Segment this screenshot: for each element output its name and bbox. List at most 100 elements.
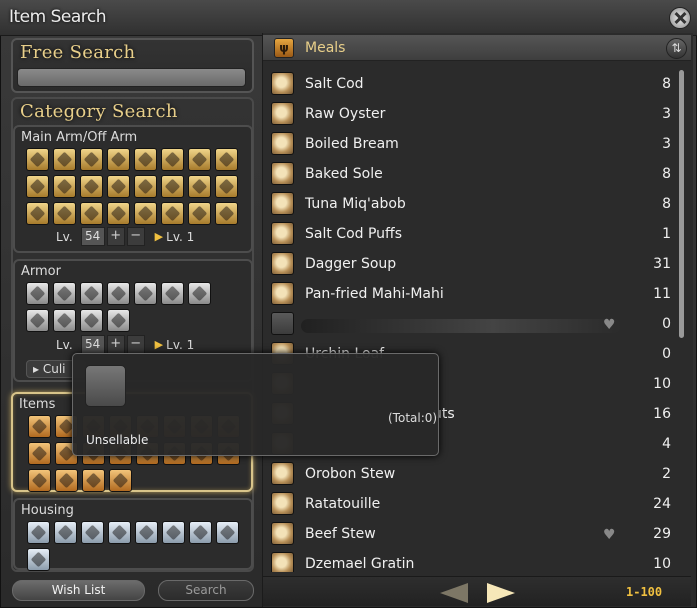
thaumaturge-arm-icon[interactable] <box>215 148 238 171</box>
gathering-tool-icon[interactable] <box>188 202 211 225</box>
marauder-arm-icon[interactable] <box>80 148 103 171</box>
item-count: 8 <box>662 166 671 182</box>
weaver-tool-icon[interactable] <box>215 175 238 198</box>
miner-tool-icon[interactable] <box>80 202 103 225</box>
item-name: Boiled Bream <box>305 136 399 152</box>
wall-mounted-icon[interactable] <box>189 521 212 544</box>
chair-icon[interactable] <box>108 521 131 544</box>
head-armor-icon[interactable] <box>26 282 49 305</box>
main-arm-level-input[interactable]: 54 <box>80 227 105 246</box>
result-row[interactable]: Pan-fried Mahi-Mahi 11 <box>268 280 675 310</box>
result-row[interactable]: Dagger Soup 31 <box>268 250 675 280</box>
result-row[interactable]: ♥ 0 <box>268 310 675 340</box>
outdoor-furnishing-icon[interactable] <box>81 521 104 544</box>
secondary-tool-icon[interactable] <box>161 202 184 225</box>
armor-level-plus-button[interactable]: + <box>106 335 125 354</box>
item-name: Salt Cod Puffs <box>305 226 402 242</box>
armor-target-level: Lv. 1 <box>166 337 195 352</box>
exterior-fixture-icon[interactable] <box>27 521 50 544</box>
bone-icon[interactable] <box>28 442 51 465</box>
free-search-heading: Free Search <box>20 42 136 63</box>
botanist-tool-icon[interactable] <box>107 202 130 225</box>
airship-part-icon[interactable] <box>109 469 132 492</box>
arcanist-arm-icon[interactable] <box>26 175 49 198</box>
armor-level-minus-button[interactable]: − <box>126 335 145 354</box>
result-row[interactable]: Salt Cod 8 <box>268 70 675 100</box>
minion-icon[interactable] <box>82 469 105 492</box>
tooltip-unsellable: Unsellable <box>86 433 149 447</box>
lancer-arm-icon[interactable] <box>107 148 130 171</box>
sort-icon[interactable]: ⇅ <box>666 38 687 59</box>
item-thumbnail-icon <box>271 132 294 155</box>
close-icon[interactable] <box>669 7 691 29</box>
body-armor-icon[interactable] <box>53 282 76 305</box>
title-bar[interactable]: Item Search <box>0 0 697 36</box>
necklace-icon[interactable] <box>26 309 49 332</box>
result-row[interactable]: Boiled Bream 3 <box>268 130 675 160</box>
legs-armor-icon[interactable] <box>134 282 157 305</box>
item-count: 10 <box>653 556 671 572</box>
soul-crystal-icon[interactable] <box>107 309 130 332</box>
item-count: 10 <box>653 376 671 392</box>
interior-fixture-icon[interactable] <box>54 521 77 544</box>
armor-level-input[interactable]: 54 <box>80 335 105 354</box>
leatherworker-tool-icon[interactable] <box>188 175 211 198</box>
page-range: 1-100 <box>626 585 663 599</box>
free-search-input[interactable] <box>17 68 246 87</box>
favorite-heart-icon[interactable]: ♥ <box>603 527 616 543</box>
goldsmith-tool-icon[interactable] <box>161 175 184 198</box>
archer-arm-icon[interactable] <box>134 148 157 171</box>
gladiator-arm-icon[interactable] <box>26 148 49 171</box>
result-row[interactable]: Raw Oyster 3 <box>268 100 675 130</box>
previous-page-icon[interactable] <box>440 583 468 603</box>
shield-icon[interactable] <box>53 175 76 198</box>
results-category-title: Meals <box>305 40 346 56</box>
table-icon[interactable] <box>135 521 158 544</box>
ring-icon[interactable] <box>80 309 103 332</box>
hands-armor-icon[interactable] <box>80 282 103 305</box>
bracelets-icon[interactable] <box>53 309 76 332</box>
main-arm-level-plus-button[interactable]: + <box>106 227 125 246</box>
armorer-tool-icon[interactable] <box>134 175 157 198</box>
item-name: Orobon Stew <box>305 466 396 482</box>
result-row[interactable]: Baked Sole 8 <box>268 160 675 190</box>
conjurer-arm-icon[interactable] <box>188 148 211 171</box>
result-row[interactable]: Tuna Miq'abob 8 <box>268 190 675 220</box>
tabletop-icon[interactable] <box>162 521 185 544</box>
result-row[interactable]: Dzemael Gratin 10 <box>268 550 675 572</box>
pugilist-arm-icon[interactable] <box>53 148 76 171</box>
search-button[interactable]: Search <box>158 580 254 601</box>
rogue-arm-icon[interactable] <box>161 148 184 171</box>
results-scrollbar[interactable] <box>679 70 684 338</box>
favorite-heart-icon[interactable]: ♥ <box>603 317 616 333</box>
caret-right-icon: ▸ <box>33 362 43 376</box>
next-page-icon[interactable] <box>487 583 515 603</box>
miscellany-icon[interactable] <box>28 469 51 492</box>
main-arm-level-minus-button[interactable]: − <box>126 227 145 246</box>
category-search-heading: Category Search <box>20 101 178 122</box>
item-count: 16 <box>653 406 671 422</box>
blacksmith-tool-icon[interactable] <box>107 175 130 198</box>
item-count: 0 <box>662 346 671 362</box>
feet-armor-icon[interactable] <box>161 282 184 305</box>
sickle-icon[interactable] <box>215 202 238 225</box>
culinarian-tool-icon[interactable] <box>53 202 76 225</box>
fisher-tool-icon[interactable] <box>134 202 157 225</box>
window-title: Item Search <box>9 7 107 27</box>
rug-icon[interactable] <box>216 521 239 544</box>
seasonal-icon[interactable] <box>55 469 78 492</box>
result-row[interactable]: Orobon Stew 2 <box>268 460 675 490</box>
earrings-icon[interactable] <box>188 282 211 305</box>
gardening-icon[interactable] <box>27 548 50 571</box>
waist-armor-icon[interactable] <box>107 282 130 305</box>
result-row[interactable]: Ratatouille 24 <box>268 490 675 520</box>
result-row[interactable]: Beef Stew ♥ 29 <box>268 520 675 550</box>
alchemist-tool-icon[interactable] <box>26 202 49 225</box>
carpenter-tool-icon[interactable] <box>80 175 103 198</box>
medicine-icon[interactable] <box>28 415 51 438</box>
item-count: 31 <box>653 256 671 272</box>
item-count: 29 <box>653 526 671 542</box>
item-tooltip: (Total:0) Unsellable <box>72 353 439 456</box>
result-row[interactable]: Salt Cod Puffs 1 <box>268 220 675 250</box>
wish-list-button[interactable]: Wish List <box>12 580 145 601</box>
